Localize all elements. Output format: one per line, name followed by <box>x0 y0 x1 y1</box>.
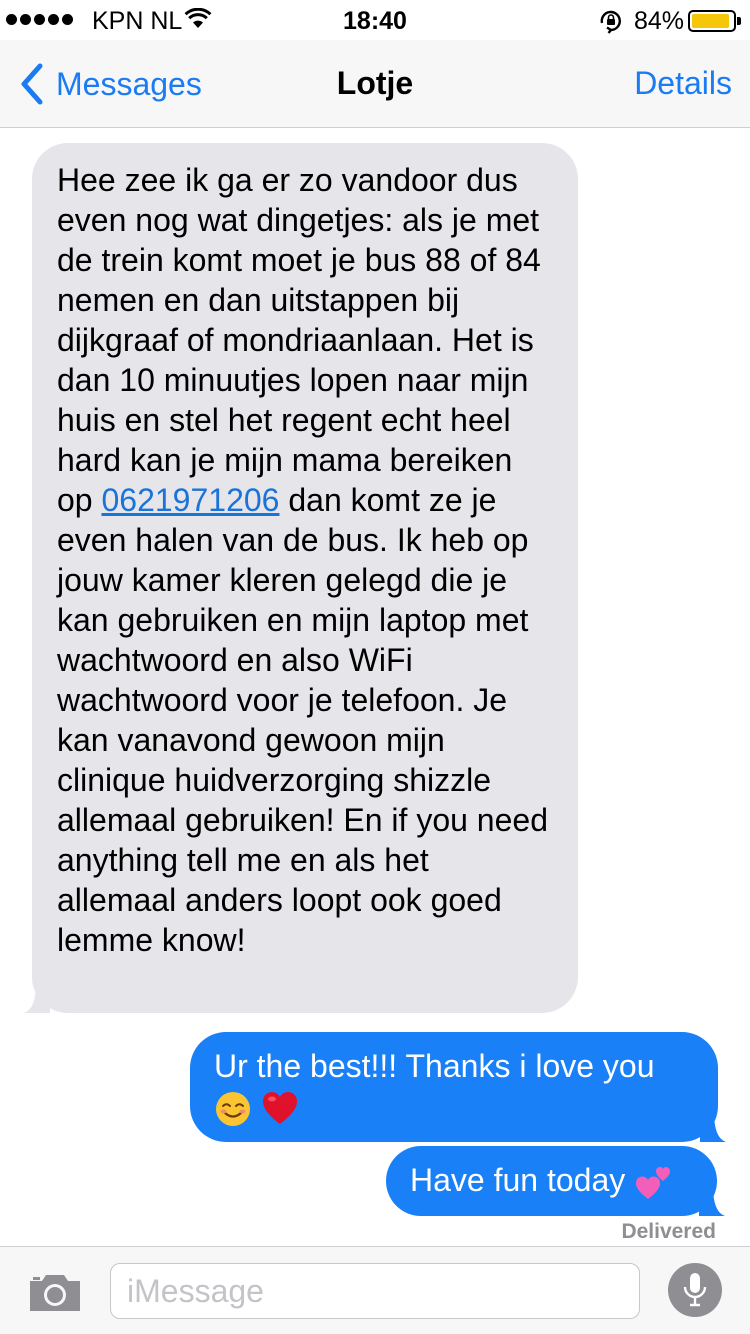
message-input-bar <box>0 1246 750 1334</box>
incoming-message-text: Hee zee ik ga er zo vandoor dus even nog… <box>57 162 541 518</box>
battery-percentage: 84% <box>634 7 685 35</box>
bubble-tail <box>700 1112 726 1142</box>
outgoing-message-text: Have fun today <box>410 1162 626 1198</box>
rotation-lock-icon <box>600 10 621 34</box>
bubble-tail <box>699 1186 725 1216</box>
camera-icon[interactable] <box>28 1271 82 1313</box>
outgoing-message-bubble[interactable]: Ur the best!!! Thanks i love you <box>190 1032 726 1142</box>
outgoing-message-text: Ur the best!!! Thanks i love you <box>214 1048 655 1084</box>
smiling-face-icon <box>216 1091 250 1126</box>
battery-icon <box>688 10 741 32</box>
bubble-tail <box>24 983 50 1013</box>
details-button[interactable]: Details <box>634 65 732 102</box>
two-hearts-icon <box>636 1166 671 1199</box>
phone-number-link[interactable]: 0621971206 <box>101 482 279 518</box>
microphone-icon <box>683 1273 707 1307</box>
delivered-status: Delivered <box>621 1220 716 1243</box>
navigation-bar: Messages Lotje Details <box>0 40 750 128</box>
incoming-message-text-continued: dan komt ze je even halen van de bus. Ik… <box>57 482 548 958</box>
red-heart-icon <box>262 1091 297 1124</box>
imessage-input[interactable] <box>110 1263 640 1319</box>
microphone-button[interactable] <box>668 1263 722 1317</box>
outgoing-message-bubble[interactable]: Have fun today <box>386 1146 725 1216</box>
status-bar: KPN NL 18:40 84% <box>0 0 750 40</box>
incoming-message-bubble[interactable]: Hee zee ik ga er zo vandoor dus even nog… <box>24 143 578 1013</box>
battery-level-fill <box>692 14 729 28</box>
